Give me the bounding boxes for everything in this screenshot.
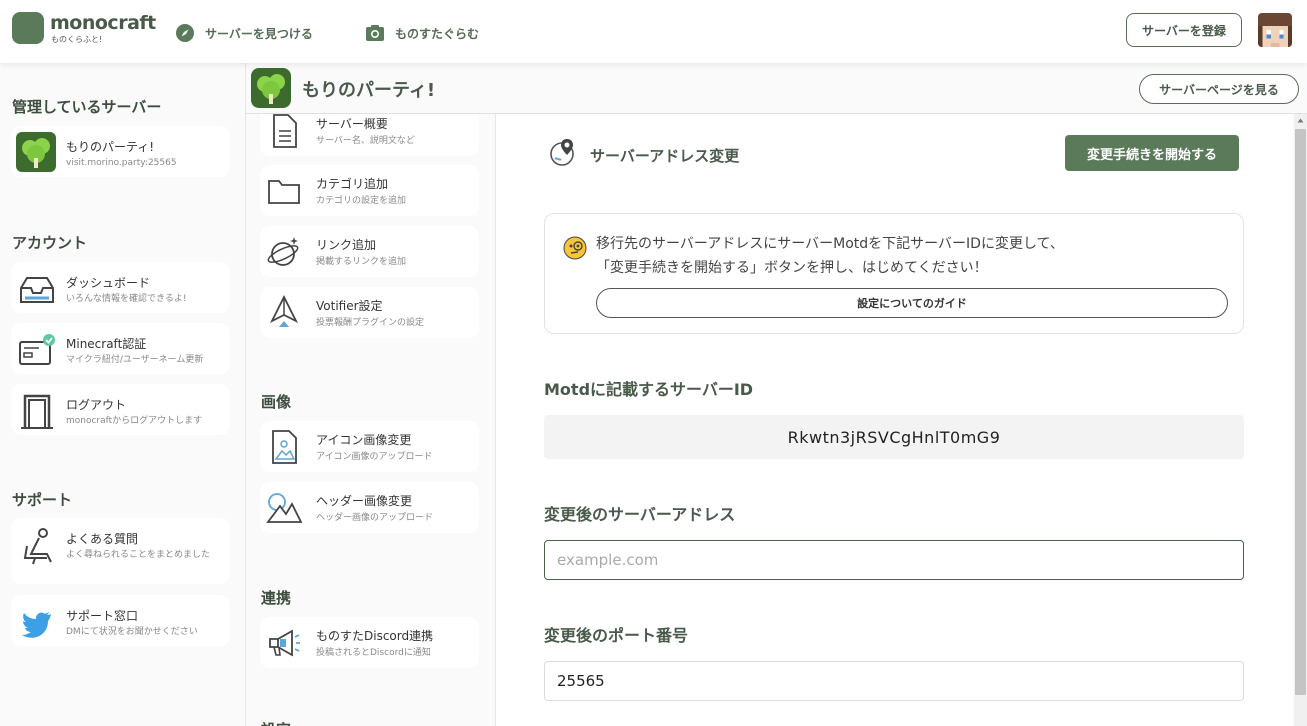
menu-item-server-overview-desc: サーバー名、説明文など <box>316 136 415 146</box>
menu-item-category-desc: カテゴリの設定を追加 <box>316 196 407 206</box>
start-procedure-button[interactable]: 変更手続きを開始する <box>1065 135 1239 171</box>
menu-item-header-image-desc: ヘッダー画像のアップロード <box>316 513 434 523</box>
menu-item-discord[interactable]: ものすたDiscord連携 投稿されるとDiscordに通知 <box>260 617 479 668</box>
sidebar-item-dashboard-title: ダッシュボード <box>66 276 151 290</box>
menu-item-votifier-title: Votifier設定 <box>316 299 383 313</box>
logo-mark <box>12 12 44 44</box>
menu-item-category[interactable]: カテゴリ追加 カテゴリの設定を追加 <box>260 165 479 216</box>
door-icon <box>21 394 53 429</box>
inbox-tray-icon <box>20 277 54 303</box>
support-heading: サポート <box>12 491 73 509</box>
sidebar-item-logout-title: ログアウト <box>66 398 127 412</box>
nav-find-servers-label: サーバーを見つける <box>205 26 313 41</box>
menu-item-icon-image-title: アイコン画像変更 <box>316 433 412 447</box>
managed-server-title: もりのパーティ! <box>66 140 155 154</box>
camera-icon <box>366 25 384 41</box>
register-server-button[interactable]: サーバーを登録 <box>1126 13 1242 47</box>
managed-server-address: visit.morino.party:25565 <box>66 158 177 168</box>
sidebar-item-dashboard-desc: いろんな情報を確認できるよ! <box>66 294 187 304</box>
logo[interactable]: monocraft ものくらふと! <box>0 0 156 63</box>
server-header-bar: もりのパーティ! サーバーページを見る <box>246 63 1307 114</box>
sidebar-item-minecraft-auth[interactable]: Minecraft認証 マイクラ紐付/ユーザーネーム更新 <box>11 323 230 374</box>
menu-item-link-desc: 掲載するリンクを追加 <box>316 257 407 267</box>
top-header: monocraft ものくらふと! サーバーを見つける ものすたぐらむ サーバー… <box>0 0 1307 63</box>
sidebar-item-minecraft-auth-title: Minecraft認証 <box>66 337 147 351</box>
sidebar-item-dashboard[interactable]: ダッシュボード いろんな情報を確認できるよ! <box>11 262 230 313</box>
menu-item-link-title: リンク追加 <box>316 238 377 252</box>
instruction-line-2: 「変更手続きを開始する」ボタンを押し、はじめてください！ <box>596 260 988 276</box>
settings-heading-partial: 設定 <box>261 719 291 726</box>
sidebar-item-faq-desc: よく尋ねられることをまとめました <box>66 550 211 560</box>
sidebar-item-logout-desc: monocraftからログアウトします <box>66 416 203 426</box>
sidebar-item-minecraft-auth-desc: マイクラ紐付/ユーザーネーム更新 <box>66 355 204 365</box>
monocle-face-icon <box>563 236 587 260</box>
planet-link-icon <box>267 237 299 266</box>
image-heading: 画像 <box>261 393 292 411</box>
server-settings-menu: サーバー概要 サーバー名、説明文など カテゴリ追加 カテゴリの設定を追加 リンク… <box>246 113 496 726</box>
new-address-label: 変更後のサーバーアドレス <box>544 505 736 524</box>
logo-name: monocraft <box>50 12 156 34</box>
tree-server-icon <box>251 68 291 108</box>
nav-monostagram-label: ものすたぐらむ <box>395 26 480 41</box>
sidebar-item-logout[interactable]: ログアウト monocraftからログアウトします <box>11 384 230 435</box>
scroll-thumb[interactable] <box>1295 129 1306 695</box>
logo-subtitle: ものくらふと! <box>51 35 103 44</box>
menu-item-header-image-title: ヘッダー画像変更 <box>316 494 413 508</box>
sidebar-item-faq-title: よくある質問 <box>66 532 139 546</box>
main-scrollbar[interactable] <box>1294 113 1307 726</box>
menu-item-icon-image[interactable]: アイコン画像変更 アイコン画像のアップロード <box>260 421 479 472</box>
tree-server-icon <box>16 132 56 172</box>
map-pin-globe-icon <box>550 139 574 166</box>
menu-item-server-overview[interactable]: サーバー概要 サーバー名、説明文など <box>260 113 479 156</box>
sidebar-item-faq[interactable]: よくある質問 よく尋ねられることをまとめました <box>11 518 230 584</box>
view-server-page-button[interactable]: サーバーページを見る <box>1139 74 1299 104</box>
menu-item-link[interactable]: リンク追加 掲載するリンクを追加 <box>260 226 479 277</box>
seat-icon <box>23 528 52 565</box>
menu-item-icon-image-desc: アイコン画像のアップロード <box>316 452 433 462</box>
sidebar-item-support-contact-desc: DMにて状況をお聞かせください <box>66 627 198 637</box>
account-heading: アカウント <box>12 234 88 252</box>
motd-id-label: Motdに記載するサーバーID <box>544 380 754 399</box>
integration-heading: 連携 <box>261 589 292 607</box>
settings-guide-button[interactable]: 設定についてのガイド <box>596 288 1228 318</box>
server-title: もりのパーティ! <box>302 80 436 101</box>
new-port-input[interactable] <box>544 661 1244 701</box>
instruction-text: 移行先のサーバーアドレスにサーバーMotdを下記サーバーIDに変更して、 「変更… <box>596 232 1064 280</box>
nav-monostagram[interactable]: ものすたぐらむ <box>365 23 479 43</box>
twitter-bird-icon <box>22 612 51 638</box>
user-avatar[interactable] <box>1258 13 1292 47</box>
managed-server-card[interactable]: もりのパーティ! visit.morino.party:25565 <box>11 126 230 177</box>
scroll-up-arrow-icon[interactable] <box>1297 117 1304 124</box>
main-content: サーバーアドレス変更 変更手続きを開始する 移行先のサーバーアドレスにサーバーM… <box>496 113 1293 726</box>
paper-plane-icon <box>269 295 299 327</box>
document-icon <box>273 114 297 148</box>
nav-find-servers[interactable]: サーバーを見つける <box>175 23 313 43</box>
new-address-input[interactable] <box>544 540 1244 580</box>
id-card-check-icon <box>19 334 55 365</box>
compass-icon <box>176 24 194 42</box>
menu-item-discord-title: ものすたDiscord連携 <box>316 629 434 643</box>
menu-item-votifier-desc: 投票報酬プラグインの設定 <box>316 318 425 328</box>
menu-item-header-image[interactable]: ヘッダー画像変更 ヘッダー画像のアップロード <box>260 482 479 533</box>
left-sidebar: 管理しているサーバー もりのパーティ! visit.morino.party:2… <box>0 63 246 726</box>
instruction-line-1: 移行先のサーバーアドレスにサーバーMotdを下記サーバーIDに変更して、 <box>596 236 1064 252</box>
managed-servers-heading: 管理しているサーバー <box>12 98 162 116</box>
sidebar-item-support-contact-title: サポート窓口 <box>66 609 139 623</box>
sidebar-item-support-contact[interactable]: サポート窓口 DMにて状況をお聞かせください <box>11 595 230 646</box>
image-file-icon <box>272 430 297 464</box>
landscape-icon <box>266 493 302 523</box>
megaphone-icon <box>269 629 300 657</box>
menu-item-votifier[interactable]: Votifier設定 投票報酬プラグインの設定 <box>260 287 479 338</box>
menu-item-category-title: カテゴリ追加 <box>316 177 389 191</box>
instruction-box: 移行先のサーバーアドレスにサーバーMotdを下記サーバーIDに変更して、 「変更… <box>544 213 1244 334</box>
menu-item-server-overview-title: サーバー概要 <box>316 117 388 131</box>
server-id-display: Rkwtn3jRSVCgHnlT0mG9 <box>544 415 1244 459</box>
folder-icon <box>268 180 300 204</box>
new-port-label: 変更後のポート番号 <box>544 626 689 645</box>
menu-item-discord-desc: 投稿されるとDiscordに通知 <box>316 648 431 658</box>
section-title: サーバーアドレス変更 <box>590 147 740 165</box>
